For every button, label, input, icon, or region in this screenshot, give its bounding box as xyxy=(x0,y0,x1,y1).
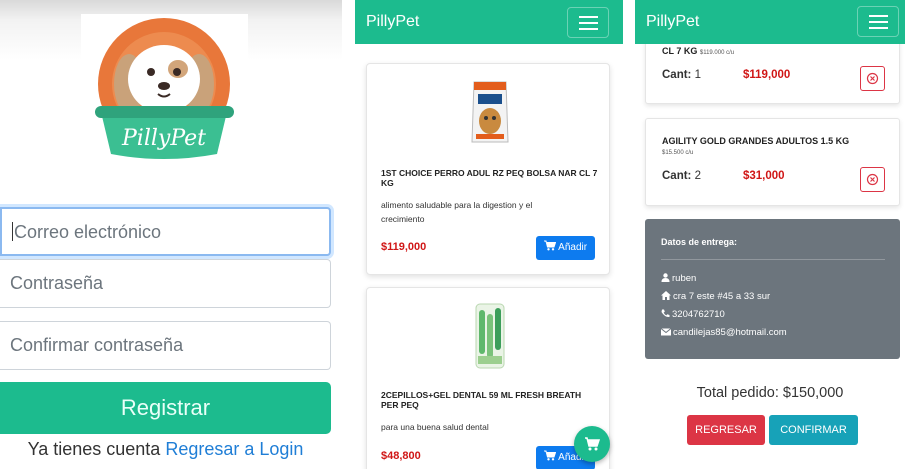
close-circle-icon xyxy=(866,72,879,85)
password-field[interactable]: Contraseña xyxy=(0,259,331,308)
delivery-phone: 3204762710 xyxy=(661,309,725,320)
cart-item-qty: Cant: 1 xyxy=(662,69,701,81)
cart-item: AGILITY GOLD GRANDES ADULTOS 1.5 KG $15.… xyxy=(645,118,900,206)
dog-food-bag-icon xyxy=(466,76,514,148)
navbar: PillyPet xyxy=(355,0,623,44)
remove-item-button[interactable] xyxy=(860,66,885,91)
cart-icon xyxy=(543,450,557,461)
delivery-email: candilejas85@hotmail.com xyxy=(660,327,787,338)
delivery-title: Datos de entrega: xyxy=(661,237,738,247)
product-name: 1ST CHOICE PERRO ADUL RZ PEQ BOLSA NAR C… xyxy=(381,168,598,188)
logo-text: PillyPet xyxy=(121,126,206,151)
product-description: alimento saludable para la digestion y e… xyxy=(381,200,533,224)
cart-item-subtotal: $31,000 xyxy=(743,170,785,182)
phone-icon xyxy=(661,309,670,318)
brand-link[interactable]: PillyPet xyxy=(646,13,699,31)
product-description: para una buena salud dental xyxy=(381,422,489,432)
confirm-password-field[interactable]: Confirmar contraseña xyxy=(0,321,331,370)
home-icon xyxy=(661,291,671,300)
remove-item-button[interactable] xyxy=(860,167,885,192)
cart-item-qty: Cant: 2 xyxy=(662,170,701,182)
product-name: 2CEPILLOS+GEL DENTAL 59 ML FRESH BREATH … xyxy=(381,390,582,410)
envelope-icon xyxy=(660,328,672,336)
back-to-login-link[interactable]: Regresar a Login xyxy=(165,439,303,459)
delivery-name: ruben xyxy=(661,273,696,284)
cart-fab-button[interactable] xyxy=(574,426,610,462)
menu-toggle-icon[interactable] xyxy=(857,6,899,37)
product-card: 1ST CHOICE PERRO ADUL RZ PEQ BOLSA NAR C… xyxy=(366,63,610,275)
brand-link[interactable]: PillyPet xyxy=(366,13,419,31)
cart-icon xyxy=(543,240,557,251)
delivery-address: cra 7 este #45 a 33 sur xyxy=(661,291,770,302)
delivery-details: Datos de entrega: ruben cra 7 este #45 a… xyxy=(645,219,900,359)
menu-toggle-icon[interactable] xyxy=(567,7,609,38)
pillypet-logo: PillyPet xyxy=(81,14,248,181)
toothbrush-kit-icon xyxy=(466,300,514,372)
user-icon xyxy=(661,273,670,282)
add-to-cart-button[interactable]: Añadir xyxy=(536,236,595,260)
cart-item-unit-price: $15.500 c/u xyxy=(662,150,694,156)
product-price: $48,800 xyxy=(381,450,421,462)
confirm-button[interactable]: CONFIRMAR xyxy=(769,415,858,445)
register-button[interactable]: Registrar xyxy=(0,382,331,434)
navbar: PillyPet xyxy=(635,0,905,44)
cart-item-subtotal: $119,000 xyxy=(743,69,791,81)
cart-icon xyxy=(585,437,601,451)
cart-screen: CL 7 KG $119.000 c/u Cant: 1 $119,000 Pi… xyxy=(635,0,905,469)
catalog-screen: PillyPet 1ST CHOICE PERRO ADUL RZ PEQ BO… xyxy=(355,0,623,469)
back-button[interactable]: REGRESAR xyxy=(687,415,765,445)
email-field[interactable]: Correo electrónico xyxy=(0,207,331,256)
close-circle-icon xyxy=(866,173,879,186)
cart-item-name: AGILITY GOLD GRANDES ADULTOS 1.5 KG xyxy=(662,136,850,146)
order-total: Total pedido: $150,000 xyxy=(696,385,844,401)
login-prompt: Ya tienes cuenta Regresar a Login xyxy=(27,439,304,459)
product-price: $119,000 xyxy=(381,241,427,253)
register-screen: PillyPet Correo electrónico Contraseña C… xyxy=(0,0,342,469)
cart-item-name: CL 7 KG $119.000 c/u xyxy=(662,46,735,56)
